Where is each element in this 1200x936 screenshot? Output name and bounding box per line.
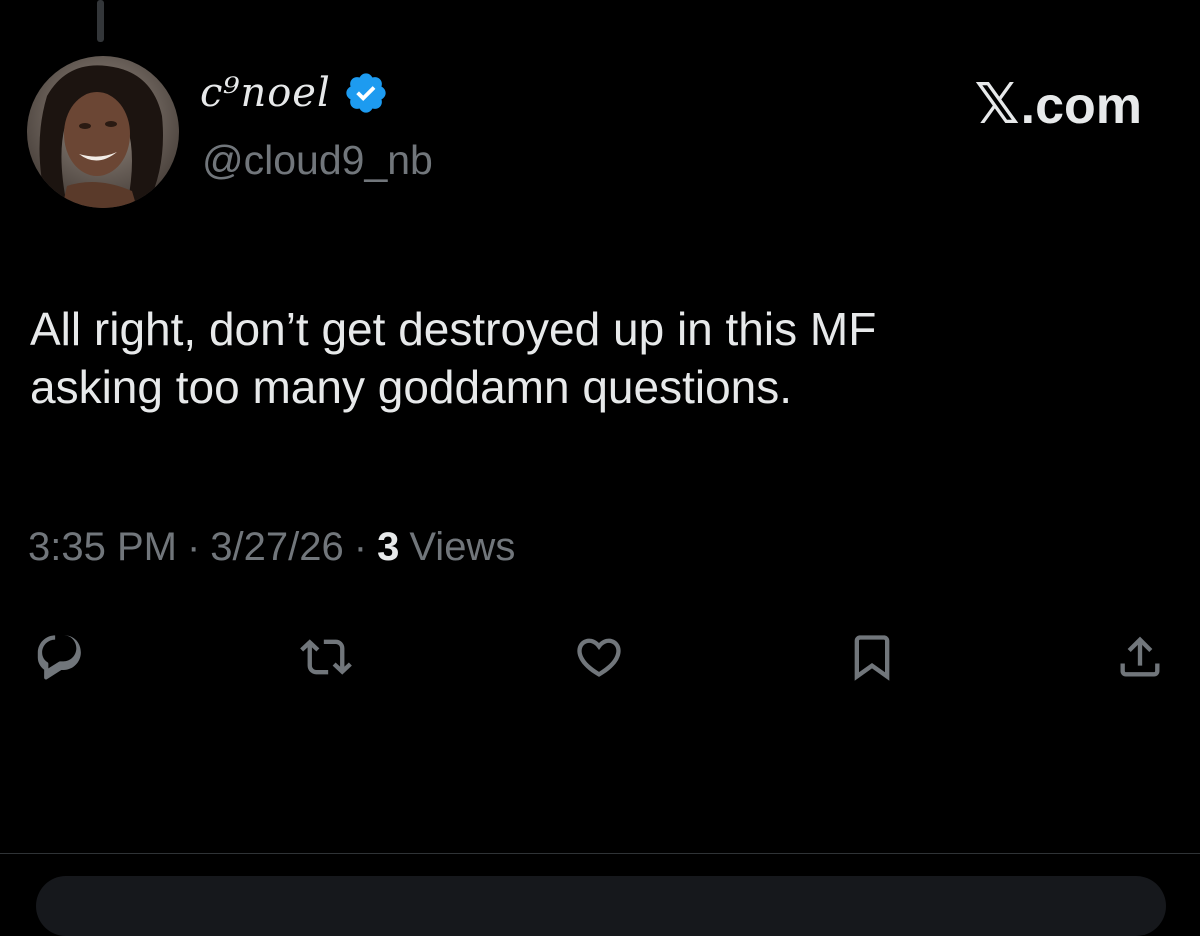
thread-connector-line: [97, 0, 104, 42]
meta-separator: ·: [353, 525, 368, 569]
avatar[interactable]: [27, 56, 179, 208]
divider: [0, 853, 1200, 854]
bookmark-button[interactable]: [840, 625, 904, 689]
tweet-action-bar: [0, 625, 1200, 695]
author-display-name[interactable]: c⁹noel: [200, 70, 389, 116]
x-com-watermark: 𝕏 .com: [974, 72, 1143, 135]
like-button[interactable]: [567, 625, 631, 689]
reply-composer[interactable]: [36, 876, 1166, 936]
views-label: Views: [409, 525, 516, 569]
heart-icon: [577, 638, 621, 677]
avatar-image: [27, 56, 179, 208]
author-handle[interactable]: @cloud9_nb: [202, 140, 433, 181]
tweet-metadata: 3:35 PM · 3/27/26 · 3 Views: [28, 527, 515, 567]
reply-button[interactable]: [28, 625, 92, 689]
x-logo-icon: 𝕏: [974, 72, 1020, 135]
retweet-icon: [300, 639, 352, 675]
tweet-date[interactable]: 3/27/26: [210, 527, 343, 567]
retweet-button[interactable]: [294, 625, 358, 689]
share-icon: [1120, 636, 1160, 677]
bookmark-icon: [854, 635, 890, 681]
meta-separator: ·: [186, 525, 201, 569]
brand-suffix: .com: [1020, 77, 1142, 135]
tweet-time[interactable]: 3:35 PM: [28, 527, 177, 567]
views-count: 3: [377, 525, 400, 569]
tweet-text: All right, don’t get destroyed up in thi…: [30, 303, 877, 413]
verified-badge-icon: [346, 73, 386, 113]
display-name-text: c⁹noel: [200, 70, 331, 116]
reply-icon: [37, 635, 81, 680]
share-button[interactable]: [1108, 625, 1172, 689]
